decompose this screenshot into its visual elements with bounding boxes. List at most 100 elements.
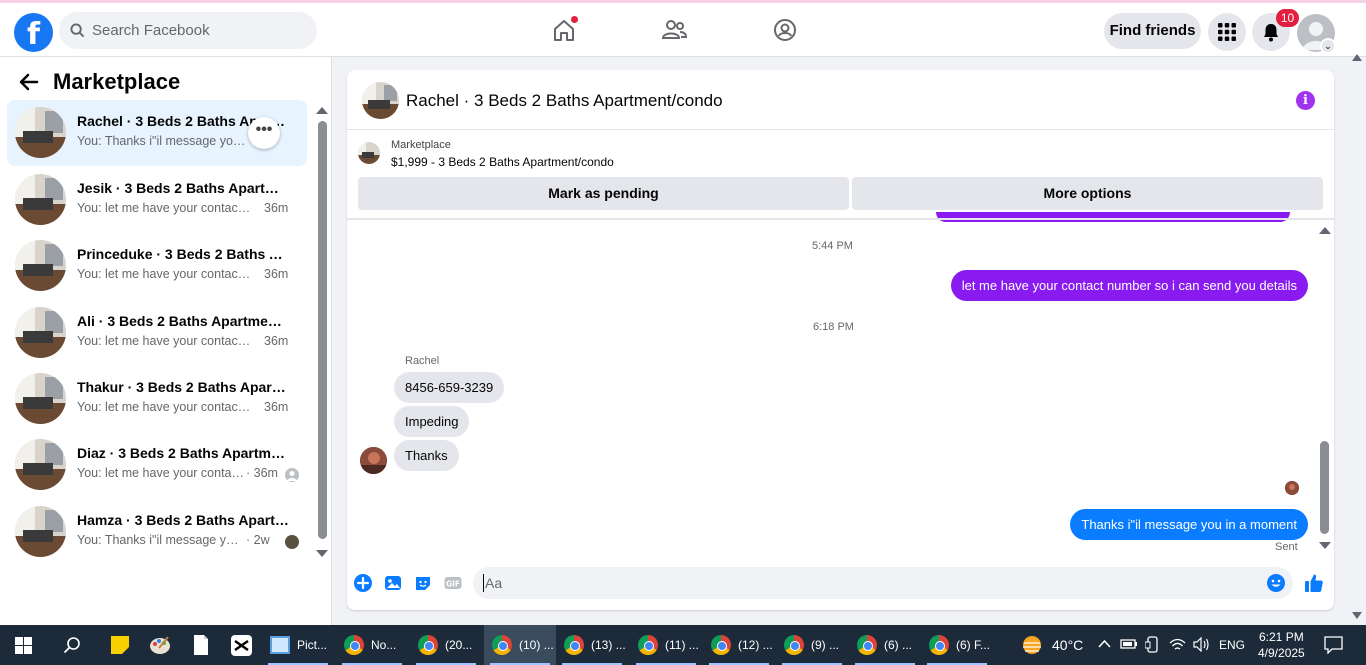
conversation-time: · 36m <box>246 466 278 480</box>
listing-thumbnail <box>15 506 66 557</box>
incoming-message[interactable]: Impeding <box>394 406 470 437</box>
facebook-logo[interactable]: f <box>14 13 53 52</box>
taskbar-item-chrome[interactable]: (12) ... <box>703 625 775 665</box>
info-icon[interactable]: i <box>1296 91 1315 110</box>
conversation-item[interactable]: Diaz · 3 Beds 2 Baths Apartment/condo Yo… <box>7 432 307 498</box>
photos-icon <box>270 636 290 654</box>
taskbar-item-chrome-active[interactable]: (10) ... <box>484 625 556 665</box>
mark-as-pending-button[interactable]: Mark as pending <box>358 177 849 210</box>
windows-start-icon[interactable] <box>15 637 32 654</box>
more-options-button[interactable]: More options <box>852 177 1323 210</box>
previous-message-bubble <box>936 212 1290 222</box>
back-arrow-icon[interactable] <box>18 71 40 93</box>
conversation-item[interactable]: Jesik · 3 Beds 2 Baths Apartment/condo Y… <box>7 167 307 233</box>
search-box[interactable]: Search Facebook <box>59 12 317 49</box>
paint-icon[interactable] <box>149 634 171 656</box>
scroll-up-arrow[interactable] <box>316 107 328 114</box>
listing-thumbnail <box>15 307 66 358</box>
phone-link-icon[interactable] <box>1145 636 1161 653</box>
taskbar-item-chrome[interactable]: (13) ... <box>556 625 628 665</box>
conversation-preview: You: let me have your contact n... <box>77 334 252 348</box>
find-friends-button[interactable]: Find friends <box>1104 13 1201 49</box>
taskbar-label: (12) ... <box>738 638 773 652</box>
conversation-item[interactable]: Princeduke · 3 Beds 2 Baths Apartment/co… <box>7 233 307 299</box>
groups-nav[interactable] <box>772 17 798 43</box>
sidebar-scrollbar[interactable] <box>318 121 327 539</box>
timestamp-separator: 6:18 PM <box>813 321 854 333</box>
friends-nav[interactable] <box>661 17 688 43</box>
chat-title[interactable]: Rachel · 3 Beds 2 Baths Apartment/condo <box>406 91 723 111</box>
language-indicator[interactable]: ENG <box>1219 638 1245 652</box>
taskbar-item-chrome[interactable]: (20... <box>410 625 482 665</box>
chat-listing-thumbnail[interactable] <box>362 82 399 119</box>
pinned-divider <box>347 218 1334 220</box>
file-icon[interactable] <box>193 634 209 656</box>
search-icon <box>70 23 85 38</box>
taskbar-item-chrome[interactable]: (11) ... <box>630 625 702 665</box>
header-divider <box>347 129 1334 130</box>
chevron-up-icon[interactable] <box>1098 639 1111 649</box>
notification-center-icon[interactable] <box>1324 636 1343 654</box>
taskbar-label: (6) ... <box>884 638 913 652</box>
volume-icon[interactable] <box>1193 637 1210 652</box>
conversation-item[interactable]: Hamza · 3 Beds 2 Baths Apartment/condo Y… <box>7 499 307 565</box>
chat-scroll-up-arrow[interactable] <box>1319 227 1331 234</box>
chevron-down-icon[interactable]: ⌄ <box>1320 38 1336 54</box>
wifi-icon[interactable] <box>1169 637 1186 652</box>
outgoing-message[interactable]: let me have your contact number so i can… <box>950 270 1308 301</box>
listing-thumbnail <box>15 174 66 225</box>
menu-button[interactable] <box>1208 13 1246 51</box>
taskbar-item-chrome[interactable]: No... <box>336 625 408 665</box>
page-scroll-down-arrow[interactable] <box>1352 612 1362 619</box>
conversation-item[interactable]: Thakur · 3 Beds 2 Baths Apartment/condo … <box>7 366 307 432</box>
conversation-preview: You: let me have your contact n... <box>77 201 252 215</box>
more-options-button[interactable]: ••• <box>248 117 280 149</box>
chat-scrollbar[interactable] <box>1320 441 1329 534</box>
taskbar-label: (13) ... <box>591 638 626 652</box>
emoji-icon[interactable] <box>1266 573 1286 593</box>
photo-icon[interactable] <box>383 573 403 593</box>
page-scroll-up-arrow[interactable] <box>1352 54 1362 61</box>
listing-mini-thumbnail[interactable] <box>358 142 380 164</box>
conversation-item[interactable]: Ali · 3 Beds 2 Baths Apartment/condo You… <box>7 300 307 366</box>
sticky-notes-icon[interactable] <box>110 635 130 655</box>
taskbar-item-chrome[interactable]: (6) ... <box>849 625 921 665</box>
conversation-time: 36m <box>264 334 289 348</box>
taskbar-item-chrome[interactable]: (9) ... <box>776 625 848 665</box>
conversation-item[interactable]: Rachel · 3 Beds 2 Baths Apartment/condo … <box>7 100 307 166</box>
home-notification-dot <box>571 16 578 23</box>
taskbar-item-chrome[interactable]: (6) F... <box>921 625 993 665</box>
conversation-preview: You: Thanks i"il message you in a moment <box>77 134 252 148</box>
marketplace-title: Marketplace <box>53 69 181 94</box>
taskbar-label: (20... <box>445 638 473 652</box>
conversation-preview: You: let me have your contact n... <box>77 267 252 281</box>
search-icon[interactable] <box>63 636 81 654</box>
svg-text:GIF: GIF <box>446 580 460 589</box>
groups-icon <box>774 19 796 41</box>
incoming-message[interactable]: Thanks <box>394 440 459 471</box>
scroll-down-arrow[interactable] <box>316 550 328 557</box>
windows-taskbar: Pict... No... (20... (10) ... (13) ... (… <box>0 625 1366 665</box>
weather-sun-icon[interactable] <box>1020 634 1044 656</box>
thumbs-up-icon[interactable] <box>1303 572 1325 594</box>
taskbar-label: (6) F... <box>956 638 991 652</box>
capcut-icon[interactable] <box>231 635 252 656</box>
listing-price-title[interactable]: $1,999 - 3 Beds 2 Baths Apartment/condo <box>391 155 614 169</box>
chat-scroll-down-arrow[interactable] <box>1319 542 1331 549</box>
gif-icon[interactable]: GIF <box>443 573 463 593</box>
conversation-sidebar: Marketplace Rachel · 3 Beds 2 Baths Apar… <box>0 57 332 625</box>
conversation-time: · 2w <box>246 533 270 547</box>
system-clock[interactable]: 6:21 PM 4/9/2025 <box>1258 629 1305 661</box>
outgoing-message[interactable]: Thanks i"il message you in a moment <box>1070 509 1308 540</box>
sender-avatar[interactable] <box>360 447 387 474</box>
battery-icon[interactable] <box>1120 637 1138 651</box>
incoming-message[interactable]: 8456-659-3239 <box>394 372 505 403</box>
weather-temperature[interactable]: 40°C <box>1052 637 1083 653</box>
conversation-preview: You: let me have your contact n... <box>77 400 252 414</box>
sticker-icon[interactable] <box>413 573 433 593</box>
taskbar-item-pictures[interactable]: Pict... <box>262 625 334 665</box>
message-input[interactable]: Aa <box>473 567 1293 599</box>
chrome-icon <box>857 635 877 655</box>
chrome-icon <box>929 635 949 655</box>
add-plus-icon[interactable] <box>353 573 373 593</box>
